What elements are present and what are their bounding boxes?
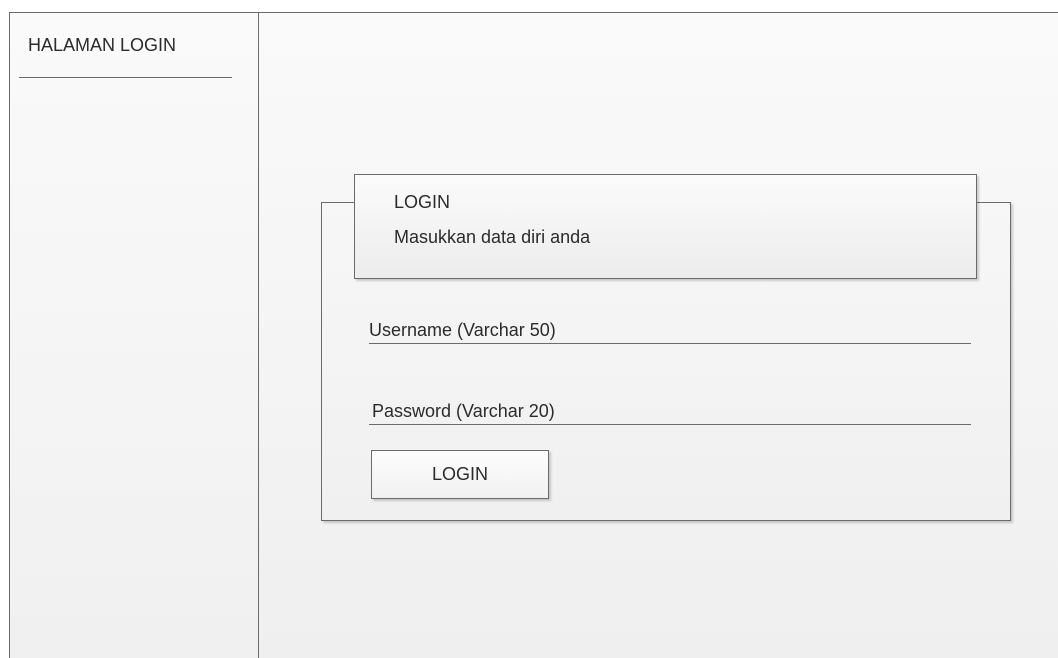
login-header-card: LOGIN Masukkan data diri anda <box>354 174 977 279</box>
login-header-title: LOGIN <box>394 192 451 212</box>
login-header-subtitle: Masukkan data diri anda <box>394 227 591 247</box>
sidebar-panel <box>9 12 259 658</box>
sidebar-title: HALAMAN LOGIN <box>28 35 177 55</box>
login-button[interactable]: LOGIN <box>371 450 549 499</box>
sidebar-divider <box>19 77 232 78</box>
wireframe-canvas: HALAMAN LOGIN LOGIN Masukkan data diri a… <box>0 0 1058 658</box>
password-field-label: Password (Varchar 20) <box>372 401 555 421</box>
username-field[interactable]: Username (Varchar 50) <box>369 313 971 344</box>
username-field-label: Username (Varchar 50) <box>369 320 556 340</box>
password-field[interactable]: Password (Varchar 20) <box>369 394 971 425</box>
